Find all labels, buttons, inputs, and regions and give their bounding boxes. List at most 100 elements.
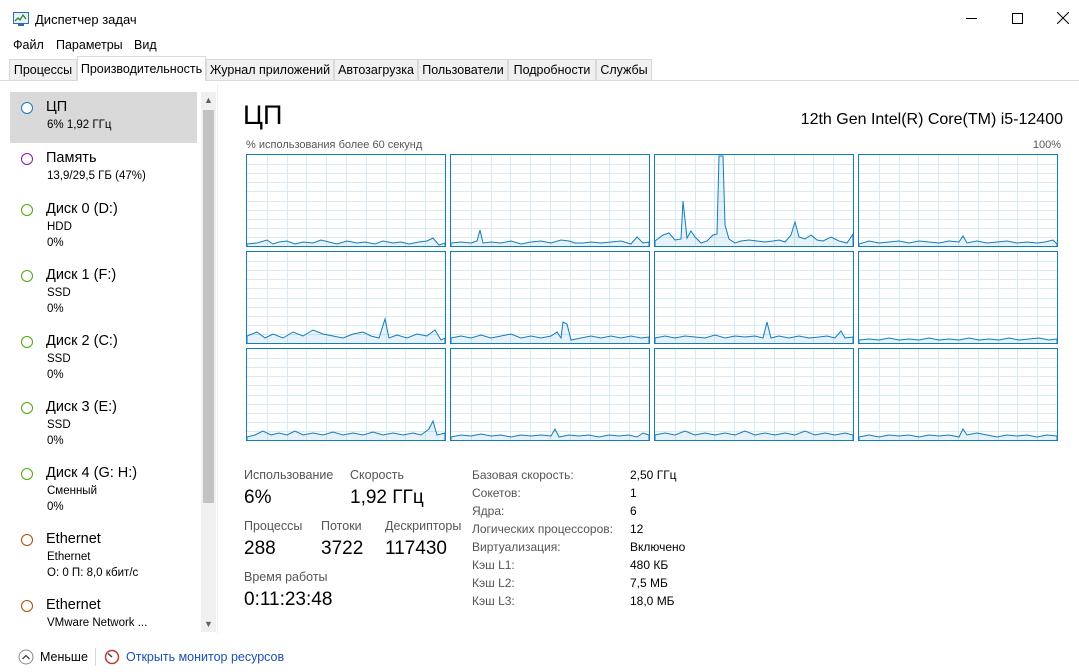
sidebar-item-detail: 6% 1,92 ГГц xyxy=(47,119,112,131)
open-resource-monitor-link[interactable]: Открыть монитор ресурсов xyxy=(104,649,284,665)
maximize-icon xyxy=(1011,12,1023,24)
l2-cache-value: 7,5 МБ xyxy=(630,576,668,590)
fewer-details-button[interactable]: Меньше xyxy=(18,649,88,665)
sidebar-item-label: ЦП xyxy=(46,99,68,115)
menu-view[interactable]: Вид xyxy=(134,38,157,52)
sidebar-item-detail: HDD xyxy=(47,221,72,233)
logical-cpu-graph xyxy=(858,251,1058,344)
minimize-icon xyxy=(965,17,977,19)
sidebar-item-disk-3[interactable]: Диск 3 (E:) SSD 0% xyxy=(10,392,197,458)
sidebar-item-detail: 0% xyxy=(47,501,64,513)
speed-value: 1,92 ГГц xyxy=(350,487,424,508)
l1-cache-label: Кэш L1: xyxy=(472,558,515,572)
sidebar-item-label: Диск 0 (D:) xyxy=(46,201,118,217)
tab-details[interactable]: Подробности xyxy=(508,59,596,80)
sidebar-item-label: Диск 1 (F:) xyxy=(46,267,117,283)
sockets-value: 1 xyxy=(630,486,637,500)
l3-cache-label: Кэш L3: xyxy=(472,594,515,608)
logical-cpu-graph xyxy=(858,154,1058,247)
disk-status-icon xyxy=(21,402,33,414)
sidebar-item-detail: VMware Network ... xyxy=(47,617,148,629)
sidebar-item-disk-4[interactable]: Диск 4 (G: H:) Сменный 0% xyxy=(10,458,197,524)
tab-services[interactable]: Службы xyxy=(596,59,652,80)
sidebar-item-detail: SSD xyxy=(47,353,71,365)
cpu-graphs-grid xyxy=(246,154,1061,442)
logical-cpu-graph xyxy=(450,348,650,441)
tab-processes[interactable]: Процессы xyxy=(9,59,77,80)
cpu-status-icon xyxy=(21,102,33,114)
handles-value: 117430 xyxy=(385,538,447,559)
fewer-details-label: Меньше xyxy=(40,650,88,664)
resource-sidebar: ЦП 6% 1,92 ГГц Память 13,9/29,5 ГБ (47%)… xyxy=(10,92,198,632)
sidebar-item-memory[interactable]: Память 13,9/29,5 ГБ (47%) xyxy=(10,143,197,194)
sidebar-item-ethernet-1[interactable]: Ethernet Ethernet О: 0 П: 8,0 кбит/с xyxy=(10,524,197,590)
logical-cpu-graph xyxy=(246,251,446,344)
pane-divider[interactable] xyxy=(217,84,218,634)
sidebar-item-detail: 13,9/29,5 ГБ (47%) xyxy=(47,170,146,182)
base-speed-value: 2,50 ГГц xyxy=(630,468,677,482)
tab-users[interactable]: Пользователи xyxy=(418,59,508,80)
handles-label: Дескрипторы xyxy=(385,519,462,533)
resource-monitor-icon xyxy=(104,649,120,665)
threads-value: 3722 xyxy=(321,538,364,559)
threads-label: Потоки xyxy=(321,519,362,533)
sidebar-item-label: Диск 3 (E:) xyxy=(46,399,117,415)
sidebar-item-disk-2[interactable]: Диск 2 (C:) SSD 0% xyxy=(10,326,197,392)
menu-file[interactable]: Файл xyxy=(13,38,44,52)
scroll-up-icon[interactable]: ▲ xyxy=(201,92,216,108)
task-manager-icon xyxy=(13,12,29,26)
cpu-model-name: 12th Gen Intel(R) Core(TM) i5-12400 xyxy=(800,111,1063,128)
logical-processors-value: 12 xyxy=(630,522,644,536)
tab-app-history[interactable]: Журнал приложений xyxy=(206,59,334,80)
minimize-button[interactable] xyxy=(948,0,994,36)
sidebar-item-disk-1[interactable]: Диск 1 (F:) SSD 0% xyxy=(10,260,197,326)
graph-caption: % использования более 60 секунд xyxy=(246,139,423,151)
logical-cpu-graph xyxy=(246,154,446,247)
menu-bar: Файл Параметры Вид xyxy=(0,36,1079,56)
logical-cpu-graph xyxy=(450,251,650,344)
close-button[interactable] xyxy=(1040,0,1079,36)
base-speed-label: Базовая скорость: xyxy=(472,468,574,482)
disk-status-icon xyxy=(21,204,33,216)
sidebar-item-ethernet-2[interactable]: Ethernet VMware Network ... xyxy=(10,590,197,632)
logical-cpu-graph xyxy=(246,348,446,441)
speed-label: Скорость xyxy=(350,468,404,482)
tab-bar: Процессы Производительность Журнал прило… xyxy=(0,56,1079,81)
footer-bar: Меньше Открыть монитор ресурсов xyxy=(0,642,1079,672)
l1-cache-value: 480 КБ xyxy=(630,558,669,572)
uptime-value: 0:11:23:48 xyxy=(244,589,333,610)
scroll-down-icon[interactable]: ▼ xyxy=(201,616,216,632)
close-icon xyxy=(1057,12,1069,24)
sidebar-item-detail: 0% xyxy=(47,369,64,381)
sidebar-item-detail: 0% xyxy=(47,435,64,447)
menu-options[interactable]: Параметры xyxy=(56,38,123,52)
sidebar-item-label: Память xyxy=(46,150,97,166)
virtualization-value: Включено xyxy=(630,540,686,554)
logical-cpu-graph xyxy=(858,348,1058,441)
logical-cpu-graph xyxy=(450,154,650,247)
processes-label: Процессы xyxy=(244,519,303,533)
network-status-icon xyxy=(21,600,33,612)
page-title: ЦП xyxy=(243,100,283,130)
sidebar-item-label: Ethernet xyxy=(46,531,101,547)
cores-value: 6 xyxy=(630,504,637,518)
open-resource-monitor-label: Открыть монитор ресурсов xyxy=(126,650,285,664)
sidebar-item-label: Ethernet xyxy=(46,597,101,613)
maximize-button[interactable] xyxy=(994,0,1040,36)
disk-status-icon xyxy=(21,270,33,282)
chevron-up-icon xyxy=(18,649,34,665)
logical-processors-label: Логических процессоров: xyxy=(472,522,613,536)
sidebar-item-disk-0[interactable]: Диск 0 (D:) HDD 0% xyxy=(10,194,197,260)
usage-value: 6% xyxy=(244,487,272,508)
logical-cpu-graph xyxy=(654,154,854,247)
scroll-thumb[interactable] xyxy=(203,110,214,503)
sidebar-scrollbar[interactable]: ▲ ▼ xyxy=(201,92,216,632)
l2-cache-label: Кэш L2: xyxy=(472,576,515,590)
logical-cpu-graph xyxy=(654,251,854,344)
memory-status-icon xyxy=(21,153,33,165)
tab-performance[interactable]: Производительность xyxy=(77,56,206,81)
sidebar-item-cpu[interactable]: ЦП 6% 1,92 ГГц xyxy=(10,92,197,143)
sidebar-item-detail: SSD xyxy=(47,419,71,431)
disk-status-icon xyxy=(21,468,33,480)
tab-startup[interactable]: Автозагрузка xyxy=(334,59,418,80)
